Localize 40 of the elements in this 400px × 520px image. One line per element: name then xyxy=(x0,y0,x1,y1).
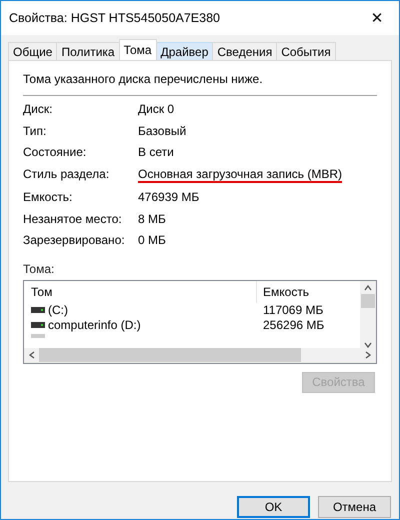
property-label: Стиль раздела: xyxy=(23,166,110,182)
description-text: Тома указанного диска перечислены ниже. xyxy=(23,72,264,86)
property-label: Зарезервировано: xyxy=(23,233,126,248)
scroll-thumb[interactable] xyxy=(361,294,375,308)
volume-list[interactable]: Том Емкость (C:) 117069 МБ computerinfo (D:) 256296 МБ xyxy=(23,280,377,364)
property-value: Базовый xyxy=(138,124,186,138)
tab[interactable]: Сведения xyxy=(212,42,278,60)
horizontal-scrollbar[interactable] xyxy=(24,348,376,362)
scroll-thumb[interactable] xyxy=(39,348,301,362)
scroll-left-icon[interactable] xyxy=(29,351,35,359)
property-value: 0 МБ xyxy=(138,233,166,248)
window-title: Свойства: HGST HTS545050A7E380 xyxy=(9,11,220,25)
property-label: Диск: xyxy=(23,102,54,116)
vertical-scrollbar[interactable] xyxy=(360,280,376,348)
tab[interactable]: События xyxy=(276,42,336,60)
volume-capacity: 117069 МБ xyxy=(262,303,324,317)
volumes-label: Тома: xyxy=(23,262,56,276)
dialog-button[interactable]: OK xyxy=(237,496,310,518)
property-value: 476939 МБ xyxy=(138,190,200,204)
scroll-right-icon[interactable] xyxy=(365,351,371,359)
property-value: Основная загрузочная запись (MBR) xyxy=(138,166,342,183)
property-label: Тип: xyxy=(23,124,48,138)
volume-capacity: 256296 МБ xyxy=(262,318,324,332)
tab[interactable]: Общие xyxy=(8,42,58,60)
volume-name: (C:) xyxy=(48,303,68,317)
column-header[interactable]: Емкость xyxy=(257,284,310,298)
property-value: В сети xyxy=(138,145,174,160)
close-button[interactable]: ✕ xyxy=(355,2,399,34)
scroll-down-icon[interactable] xyxy=(364,342,372,348)
property-value: 8 МБ xyxy=(138,212,166,226)
volume-name: computerinfo (D:) xyxy=(48,318,141,332)
property-label: Состояние: xyxy=(23,145,88,160)
property-value: Диск 0 xyxy=(138,102,174,116)
dialog-button[interactable]: Отмена xyxy=(318,496,391,518)
scroll-up-icon[interactable] xyxy=(364,284,372,290)
property-label: Емкость: xyxy=(23,190,74,204)
property-label: Незанятое место: xyxy=(23,212,123,226)
tab[interactable]: Тома xyxy=(118,39,157,60)
column-header[interactable]: Том xyxy=(24,280,257,302)
tab[interactable]: Драйвер xyxy=(156,42,214,60)
